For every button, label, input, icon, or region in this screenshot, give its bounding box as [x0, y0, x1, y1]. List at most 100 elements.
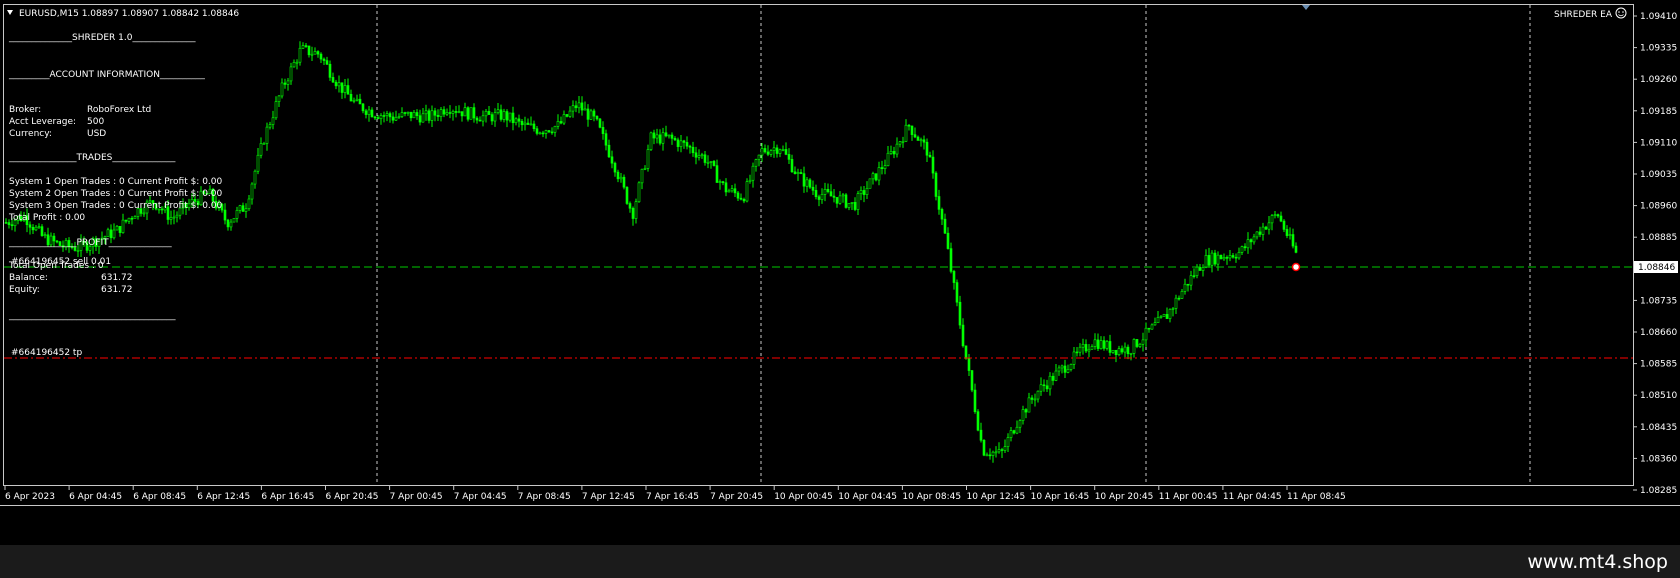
candle-body [322, 58, 326, 61]
candle-body [298, 47, 302, 63]
panel-title: ______________SHREDER 1.0______________ [8, 33, 196, 43]
price-tick-label: 1.09185 [1640, 107, 1677, 117]
candle-body [1285, 229, 1289, 236]
candle-body [964, 345, 968, 359]
candle-body [340, 82, 344, 93]
candle-body [961, 324, 965, 347]
candle-body [742, 198, 746, 202]
candle-body [328, 63, 332, 78]
candle-body [1177, 297, 1181, 300]
candle-body [364, 110, 368, 115]
candle-body [349, 93, 353, 102]
candle-body [28, 224, 32, 228]
time-tick-label: 7 Apr 00:45 [390, 492, 443, 502]
candle-body [1159, 316, 1163, 318]
candle-body [523, 122, 527, 126]
chart-window[interactable]: EURUSD,M15 1.08897 1.08907 1.08842 1.088… [0, 0, 1680, 545]
candle-body [1069, 364, 1073, 370]
shift-marker-icon[interactable] [1302, 5, 1310, 10]
candle-body [676, 139, 680, 147]
candle-body [433, 110, 437, 116]
candle-body [673, 138, 677, 141]
candle-body [307, 45, 311, 56]
candle-body [556, 121, 560, 127]
candle-body [667, 134, 671, 137]
candle-body [337, 82, 341, 87]
candle-body [244, 208, 248, 212]
candle-body [811, 186, 815, 191]
candle-body [1174, 297, 1178, 309]
candle-body [226, 219, 230, 228]
candle-body [1051, 375, 1055, 381]
price-tick-label: 1.08660 [1640, 328, 1677, 338]
time-tick-label: 11 Apr 00:45 [1159, 492, 1218, 502]
candle-body [1111, 349, 1115, 353]
candle-body [583, 108, 587, 111]
candle-body [1117, 348, 1121, 355]
candle-body [1081, 344, 1085, 348]
candle-body [262, 143, 266, 145]
candle-body [937, 196, 941, 210]
sell-order-label[interactable]: #664196452 sell 0.01 [11, 257, 111, 267]
candle-body [295, 61, 299, 64]
candle-body [259, 143, 263, 156]
candle-body [238, 205, 242, 211]
price-axis: 1.09410 1.09335 1.09260 1.09185 1.09110 1.090… [1633, 12, 1677, 496]
candle-body [925, 141, 929, 156]
candle-body [871, 173, 875, 180]
candle-body [1249, 239, 1253, 243]
candle-body [682, 140, 686, 143]
price-tick-label: 1.08960 [1640, 202, 1677, 212]
candle-body [778, 149, 782, 154]
candle-body [859, 190, 863, 194]
current-price-value: 1.08846 [1638, 263, 1675, 273]
candle-body [973, 389, 977, 412]
order-marker-icon[interactable] [1291, 262, 1301, 272]
time-tick-label: 7 Apr 12:45 [582, 492, 635, 502]
candle-body [1012, 430, 1016, 434]
candle-body [754, 159, 758, 167]
menu-arrow-icon[interactable] [7, 10, 13, 15]
candle-body [769, 150, 773, 155]
candle-body [1162, 314, 1166, 317]
time-tick-label: 6 Apr 04:45 [69, 492, 122, 502]
candle-body [175, 214, 179, 218]
leverage-value: 500 [87, 117, 104, 127]
candle-body [1231, 255, 1235, 258]
candle-body [106, 229, 110, 237]
candle-body [1165, 314, 1169, 319]
candle-body [277, 95, 281, 102]
time-tick-label: 6 Apr 2023 [5, 492, 55, 502]
price-chart[interactable]: EURUSD,M15 1.08897 1.08907 1.08842 1.088… [0, 0, 1680, 545]
candle-body [142, 212, 146, 215]
smiley-icon[interactable] [1615, 7, 1627, 19]
candle-body [613, 162, 617, 173]
time-tick-label: 6 Apr 08:45 [133, 492, 186, 502]
candle-body [109, 229, 113, 239]
trades-heading: _______________TRADES______________ [8, 153, 176, 163]
time-tick-label: 7 Apr 04:45 [454, 492, 507, 502]
broker-label: Broker: [9, 105, 41, 115]
candle-body [958, 301, 962, 326]
candle-body [1060, 365, 1064, 369]
candle-body [271, 117, 275, 125]
candle-body [1207, 255, 1211, 266]
candle-body [1216, 254, 1220, 265]
candle-body [913, 134, 917, 138]
candle-body [538, 132, 542, 135]
candle-body [895, 143, 899, 155]
candle-body [442, 109, 446, 115]
candle-body [1087, 348, 1091, 352]
tp-order-label[interactable]: #664196452 tp [11, 348, 82, 358]
candle-body [1066, 369, 1070, 373]
candle-body [1204, 255, 1208, 268]
candle-body [1294, 245, 1298, 253]
candle-body [898, 141, 902, 145]
time-tick-label: 10 Apr 20:45 [1095, 492, 1154, 502]
candle-body [868, 178, 872, 189]
ea-info-panel: ______________SHREDER 1.0______________ … [8, 33, 223, 321]
candle-body [10, 224, 14, 227]
candle-body [508, 112, 512, 121]
candle-body [949, 248, 953, 272]
candle-body [1093, 339, 1097, 347]
